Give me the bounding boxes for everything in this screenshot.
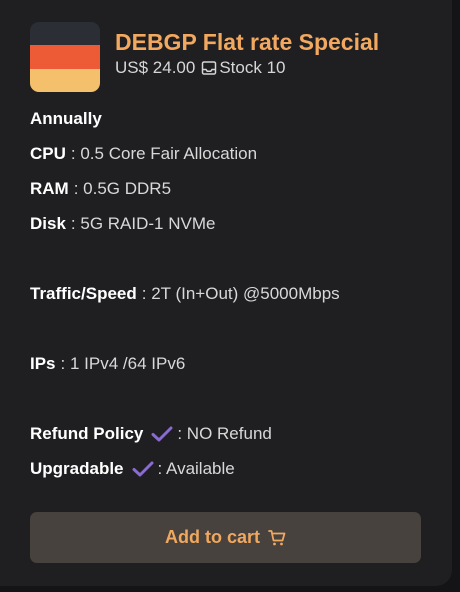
spec-ips: IPs : 1 IPv4 /64 IPv6 (30, 352, 430, 376)
billing-cycle: Annually (30, 109, 102, 128)
add-to-cart-label: Add to cart (164, 527, 260, 547)
spec-traffic: Traffic/Speed : 2T (In+Out) @5000Mbps (30, 282, 430, 306)
add-to-cart-button[interactable]: Add to cart (30, 512, 421, 563)
title-block: DEBGP Flat rate Special US$ 24.00 Stock … (115, 28, 379, 78)
spec-refund-label: Refund Policy (30, 424, 144, 443)
germany-flag-icon (30, 22, 100, 92)
product-stock: Stock 10 (219, 58, 286, 77)
product-header: DEBGP Flat rate Special US$ 24.00 Stock … (30, 22, 379, 92)
spec-traffic-label: Traffic/Speed (30, 284, 137, 303)
spec-cpu-value: : 0.5 Core Fair Allocation (70, 144, 258, 163)
check-icon (151, 426, 173, 442)
cart-icon (268, 529, 286, 547)
spec-refund-value: : NO Refund (177, 424, 272, 443)
product-card: DEBGP Flat rate Special US$ 24.00 Stock … (0, 0, 452, 586)
spec-disk-label: Disk (30, 214, 66, 233)
spec-disk-value: : 5G RAID-1 NVMe (70, 214, 216, 233)
product-price: US$ 24.00 (115, 58, 196, 77)
spec-cpu-label: CPU (30, 144, 66, 163)
spec-upgradable: Upgradable : Available (30, 457, 430, 481)
spec-ram-value: : 0.5G DDR5 (73, 179, 172, 198)
spec-ips-label: IPs (30, 354, 56, 373)
product-meta: US$ 24.00 Stock 10 (115, 58, 379, 78)
check-icon (132, 461, 154, 477)
spec-disk: Disk : 5G RAID-1 NVMe (30, 212, 430, 236)
spec-ram-label: RAM (30, 179, 69, 198)
product-title: DEBGP Flat rate Special (115, 29, 380, 55)
spec-refund: Refund Policy : NO Refund (30, 422, 430, 446)
spec-list: Annually CPU : 0.5 Core Fair Allocation … (30, 107, 430, 492)
inbox-icon (201, 60, 217, 76)
spec-upgradable-value: : Available (157, 459, 235, 478)
spec-ram: RAM : 0.5G DDR5 (30, 177, 430, 201)
spec-traffic-value: : 2T (In+Out) @5000Mbps (141, 284, 340, 303)
spec-upgradable-label: Upgradable (30, 459, 124, 478)
spec-cpu: CPU : 0.5 Core Fair Allocation (30, 142, 430, 166)
spec-ips-value: : 1 IPv4 /64 IPv6 (60, 354, 186, 373)
